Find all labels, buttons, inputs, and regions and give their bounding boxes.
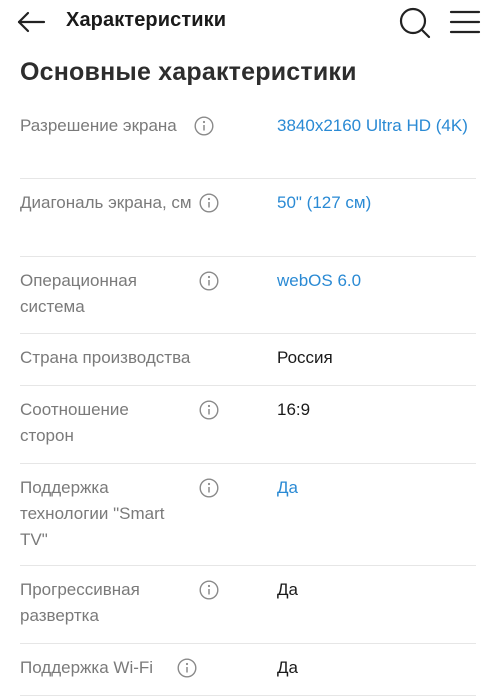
info-icon[interactable] [194,116,214,136]
info-icon[interactable] [177,658,197,678]
section-title: Основные характеристики [20,58,357,86]
menu-button[interactable] [448,8,482,36]
spec-row-aspect-ratio: Соотношение сторон 16:9 [20,386,476,464]
spec-value: Да [277,658,298,677]
specs-list: Разрешение экрана 3840x2160 Ultra HD (4K… [0,102,496,696]
spec-label: Операционная система [20,271,137,316]
spec-value: Да [277,580,298,599]
spec-row-resolution: Разрешение экрана 3840x2160 Ultra HD (4K… [20,102,476,179]
spec-row-wifi: Поддержка Wi-Fi Да [20,644,476,696]
page-title: Характеристики [66,9,227,31]
spec-label: Страна производства [20,348,191,367]
spec-row-smart-tv: Поддержка технологии "Smart TV" Да [20,464,476,566]
spec-label: Разрешение экрана [20,116,177,135]
spec-label: Прогрессивная развертка [20,580,140,625]
spec-value-link[interactable]: webOS 6.0 [277,268,477,294]
spec-value-link[interactable]: 50" (127 см) [277,190,477,216]
spec-label: Диагональ экрана, см [20,193,192,212]
info-icon[interactable] [199,400,219,420]
spec-label: Поддержка Wi-Fi [20,658,154,677]
back-button[interactable] [14,6,48,38]
hamburger-menu-icon [449,10,481,34]
arrow-left-icon [17,11,46,33]
spec-value: Россия [277,348,333,367]
search-icon [399,7,431,39]
spec-value-link[interactable]: Да [277,475,477,501]
spec-row-progressive-scan: Прогрессивная развертка Да [20,566,476,644]
info-icon[interactable] [199,580,219,600]
search-button[interactable] [396,4,432,40]
info-icon[interactable] [199,193,219,213]
app-header: Характеристики [0,0,496,44]
spec-row-diagonal: Диагональ экрана, см 50" (127 см) [20,179,476,257]
spec-label: Соотношение сторон [20,400,129,445]
spec-value: 16:9 [277,400,311,419]
info-icon[interactable] [199,271,219,291]
spec-label: Поддержка технологии "Smart TV" [20,478,165,549]
spec-row-os: Операционная система webOS 6.0 [20,257,476,334]
spec-row-country: Страна производства Россия [20,334,476,386]
spec-value-link[interactable]: 3840x2160 Ultra HD (4K) [277,113,477,139]
info-icon[interactable] [199,478,219,498]
